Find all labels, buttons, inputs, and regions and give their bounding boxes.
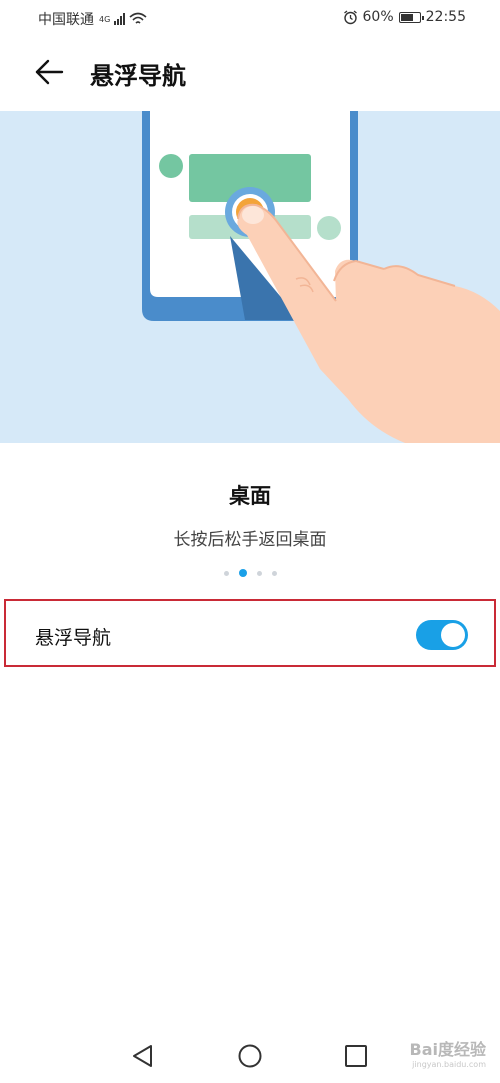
back-triangle-icon[interactable] [129, 1042, 157, 1070]
status-right: 60% 22:55 [343, 9, 466, 25]
floating-nav-setting-row[interactable]: 悬浮导航 [4, 599, 496, 667]
wifi-icon [129, 12, 147, 24]
page-indicator [0, 569, 500, 577]
page-dot-active[interactable] [238, 569, 247, 577]
page-dot[interactable] [271, 570, 277, 576]
status-bar: 中国联通 4G 60% 22:55 [0, 0, 500, 36]
carrier-name: 中国联通 [38, 12, 94, 28]
page-dot[interactable] [223, 570, 229, 576]
back-arrow-icon[interactable] [34, 58, 66, 88]
signal-icon [114, 13, 126, 25]
status-left: 中国联通 4G [38, 9, 147, 29]
battery-percent: 60% [362, 9, 394, 25]
gesture-title: 桌面 [229, 484, 271, 508]
battery-icon [398, 11, 424, 23]
alarm-icon [343, 9, 357, 24]
watermark-subtext: jingyan.baidu.com [412, 1060, 486, 1069]
setting-label: 悬浮导航 [35, 627, 112, 649]
recents-square-icon[interactable] [342, 1042, 370, 1070]
page-dot[interactable] [256, 570, 262, 576]
header: 悬浮导航 [0, 36, 500, 110]
toggle-knob [441, 623, 465, 647]
network-type: 4G [99, 14, 111, 24]
watermark-text: Bai度经验 [409, 1040, 486, 1059]
gesture-illustration [0, 111, 500, 443]
floating-nav-toggle[interactable] [416, 620, 468, 650]
clock: 22:55 [425, 9, 466, 25]
watermark: Bai度经验 jingyan.baidu.com [410, 1036, 486, 1069]
gesture-description: 长按后松手返回桌面 [173, 530, 327, 550]
page-title: 悬浮导航 [90, 62, 186, 90]
home-circle-icon[interactable] [236, 1042, 264, 1070]
